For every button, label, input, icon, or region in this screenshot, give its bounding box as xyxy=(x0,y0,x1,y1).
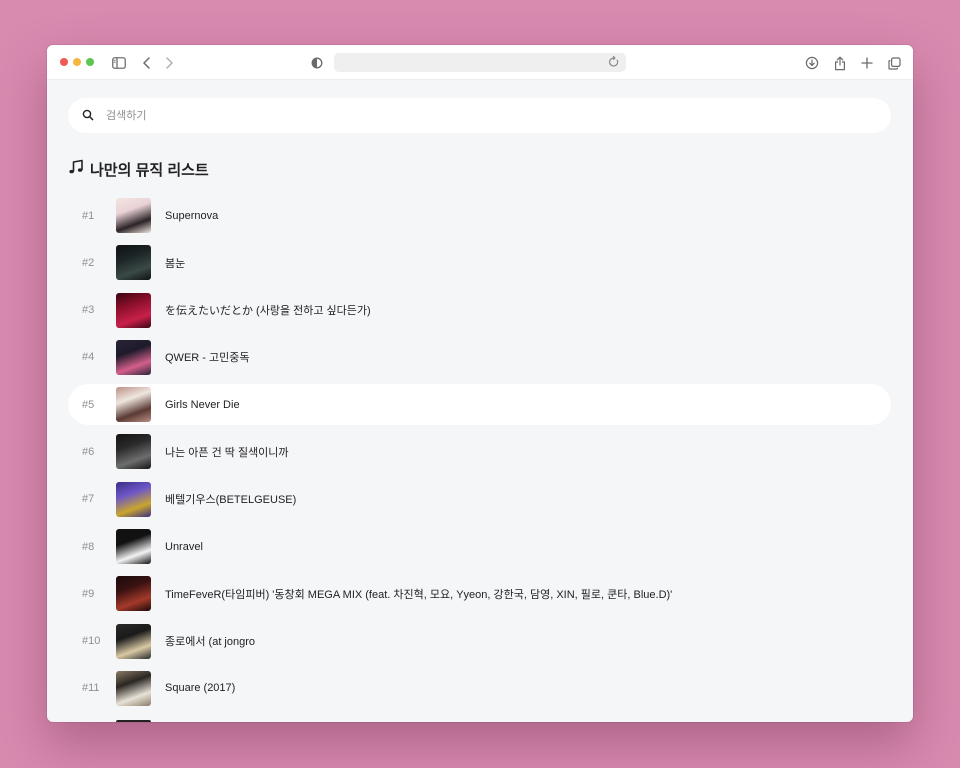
track-list: #1 Supernova #2 봄눈 #3 を伝えたいだとか (사랑을 전하고 싶다든가)… xyxy=(68,195,891,715)
track-thumbnail xyxy=(116,198,151,233)
zoom-window-button[interactable] xyxy=(86,58,94,66)
track-thumbnail xyxy=(116,670,151,706)
address-bar[interactable] xyxy=(334,53,626,72)
track-thumbnail xyxy=(116,434,151,470)
track-title: 나는 아픈 건 딱 질색이니까 xyxy=(165,446,289,459)
track-row[interactable]: #2 봄눈 xyxy=(68,242,891,283)
track-title: 베텔기우스(BETELGEUSE) xyxy=(165,494,297,507)
sidebar-toggle-icon[interactable] xyxy=(110,54,128,72)
track-thumbnail xyxy=(116,576,151,612)
track-rank: #11 xyxy=(82,682,100,695)
track-rank: #4 xyxy=(82,351,95,364)
track-rank: #2 xyxy=(82,256,95,269)
track-title: TimeFeveR(타임피버) '동창회 MEGA MIX (feat. 차진혁… xyxy=(165,588,673,601)
search-bar[interactable] xyxy=(68,98,891,133)
track-thumbnail xyxy=(116,387,151,423)
track-thumbnail xyxy=(116,623,151,659)
list-heading: 나만의 뮤직 리스트 xyxy=(68,159,209,179)
forward-icon[interactable] xyxy=(160,54,178,72)
track-rank: #5 xyxy=(82,398,95,411)
downloads-icon[interactable] xyxy=(803,54,821,72)
track-rank: #3 xyxy=(82,304,95,317)
track-title: Unravel xyxy=(165,540,203,553)
search-icon xyxy=(82,109,96,123)
track-rank: #10 xyxy=(82,635,101,648)
track-rank: #6 xyxy=(82,445,95,458)
music-note-icon xyxy=(68,159,84,180)
track-row[interactable]: #1 Supernova xyxy=(68,195,891,236)
track-title: QWER - 고민중독 xyxy=(165,352,250,365)
list-title: 나만의 뮤직 리스트 xyxy=(90,161,209,179)
track-thumbnail xyxy=(116,529,151,565)
track-title: Square (2017) xyxy=(165,682,236,695)
search-input[interactable] xyxy=(104,108,808,123)
track-title: 봄눈 xyxy=(165,257,186,270)
track-thumbnail-partial xyxy=(116,720,151,722)
share-icon[interactable] xyxy=(831,54,849,72)
track-row[interactable]: #4 QWER - 고민중독 xyxy=(68,337,891,378)
track-rank: #1 xyxy=(82,209,95,222)
browser-toolbar xyxy=(47,45,913,80)
track-rank: #8 xyxy=(82,540,95,553)
track-row[interactable]: #8 Unravel xyxy=(68,526,891,567)
track-row[interactable]: #9 TimeFeveR(타임피버) '동창회 MEGA MIX (feat. 차… xyxy=(68,573,891,614)
close-window-button[interactable] xyxy=(60,58,68,66)
track-rank: #9 xyxy=(82,587,95,600)
track-rank: #7 xyxy=(82,493,95,506)
track-title: 종로에서 (at jongro xyxy=(165,636,256,649)
track-title: を伝えたいだとか (사랑을 전하고 싶다든가) xyxy=(165,305,371,318)
new-tab-icon[interactable] xyxy=(858,54,876,72)
reload-icon[interactable] xyxy=(607,55,621,69)
track-row[interactable]: #3 を伝えたいだとか (사랑을 전하고 싶다든가) xyxy=(68,290,891,331)
track-thumbnail xyxy=(116,245,151,281)
page-content: 나만의 뮤직 리스트 #1 Supernova #2 봄눈 #3 を伝えたいだとか (사랑… xyxy=(47,80,913,722)
browser-window: 나만의 뮤직 리스트 #1 Supernova #2 봄눈 #3 を伝えたいだとか (사랑… xyxy=(47,45,913,722)
track-row[interactable]: #6 나는 아픈 건 딱 질색이니까 xyxy=(68,431,891,472)
back-icon[interactable] xyxy=(138,54,156,72)
privacy-shield-icon[interactable] xyxy=(308,54,326,72)
track-row[interactable]: #10 종로에서 (at jongro xyxy=(68,621,891,662)
minimize-window-button[interactable] xyxy=(73,58,81,66)
track-thumbnail xyxy=(116,339,151,375)
track-thumbnail xyxy=(116,481,151,517)
track-row[interactable]: #11 Square (2017) xyxy=(68,668,891,709)
track-row[interactable]: #7 베텔기우스(BETELGEUSE) xyxy=(68,479,891,520)
track-title: Supernova xyxy=(165,209,219,222)
track-title: Girls Never Die xyxy=(165,398,240,411)
tab-overview-icon[interactable] xyxy=(885,54,903,72)
track-thumbnail xyxy=(116,292,151,328)
track-row[interactable]: #5 Girls Never Die xyxy=(68,384,891,426)
